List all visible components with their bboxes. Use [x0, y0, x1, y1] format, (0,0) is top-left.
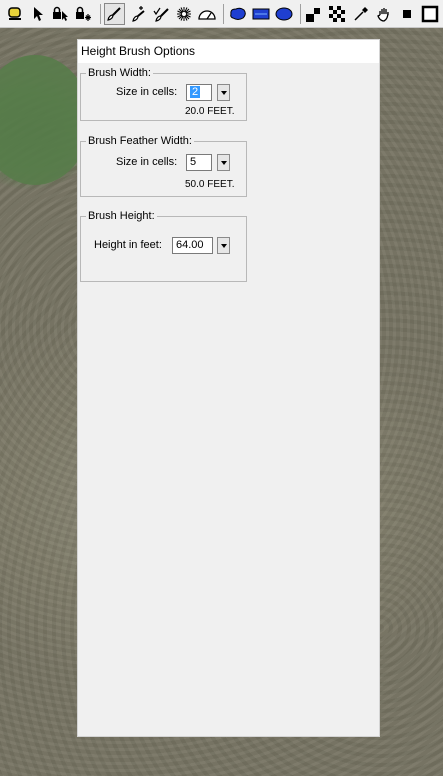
- chevron-down-icon: [220, 160, 227, 165]
- blue-blob-icon[interactable]: [227, 3, 248, 25]
- lock-pointer-icon[interactable]: [50, 3, 71, 25]
- toolbar-separator: [99, 3, 101, 24]
- brush-height-group: Brush Height: Height in feet: 64.00: [80, 210, 247, 282]
- checker-large-icon[interactable]: [327, 3, 348, 25]
- toolbar-separator: [299, 3, 301, 24]
- chevron-down-icon: [220, 243, 227, 248]
- brush-width-legend: Brush Width:: [86, 67, 153, 79]
- brush-feather-feet: 50.0 FEET.: [185, 179, 235, 190]
- blue-rect-icon[interactable]: [250, 3, 271, 25]
- brush-width-size-label: Size in cells:: [116, 86, 178, 98]
- brush-height-dropdown-button[interactable]: [217, 237, 230, 254]
- brush-height-value: 64.00: [176, 239, 204, 251]
- blue-circle-icon[interactable]: [273, 3, 294, 25]
- brush-plus-icon[interactable]: [127, 3, 148, 25]
- brush-feather-size-label: Size in cells:: [116, 156, 178, 168]
- brush-feather-size-value: 5: [190, 156, 197, 168]
- brush-height-input[interactable]: 64.00: [172, 237, 213, 254]
- eyedropper-icon[interactable]: [350, 3, 371, 25]
- brush-feather-size-input[interactable]: 5: [186, 154, 212, 171]
- brush-feather-legend: Brush Feather Width:: [86, 135, 194, 147]
- panel-title: Height Brush Options: [78, 40, 379, 63]
- toolbar-separator: [223, 3, 224, 24]
- brush-width-group: Brush Width: Size in cells: 2 20.0 FEET.: [80, 67, 247, 121]
- brush-feather-group: Brush Feather Width: Size in cells: 5 50…: [80, 135, 247, 197]
- height-brush-options-panel: Height Brush Options Brush Width: Size i…: [77, 39, 380, 737]
- toolbar: [0, 0, 443, 28]
- brush-width-dropdown-button[interactable]: [217, 84, 230, 101]
- brush-check-icon[interactable]: [150, 3, 171, 25]
- large-square-icon[interactable]: [420, 3, 441, 25]
- brush-icon[interactable]: [103, 2, 126, 25]
- pointer-icon[interactable]: [27, 3, 48, 25]
- lock-star-icon[interactable]: [74, 3, 95, 25]
- brush-width-size-input[interactable]: 2: [186, 84, 212, 101]
- starburst-icon[interactable]: [174, 3, 195, 25]
- brush-width-feet: 20.0 FEET.: [185, 106, 235, 117]
- brush-width-size-value: 2: [190, 86, 201, 98]
- brush-feather-dropdown-button[interactable]: [217, 154, 230, 171]
- small-square-icon[interactable]: [396, 3, 417, 25]
- protractor-icon[interactable]: [197, 3, 218, 25]
- paint-roller-icon[interactable]: [4, 3, 25, 25]
- brush-height-label: Height in feet:: [94, 239, 162, 251]
- chevron-down-icon: [220, 90, 227, 95]
- brush-height-legend: Brush Height:: [86, 210, 157, 222]
- checker-small-icon[interactable]: [304, 3, 325, 25]
- hand-icon[interactable]: [373, 3, 394, 25]
